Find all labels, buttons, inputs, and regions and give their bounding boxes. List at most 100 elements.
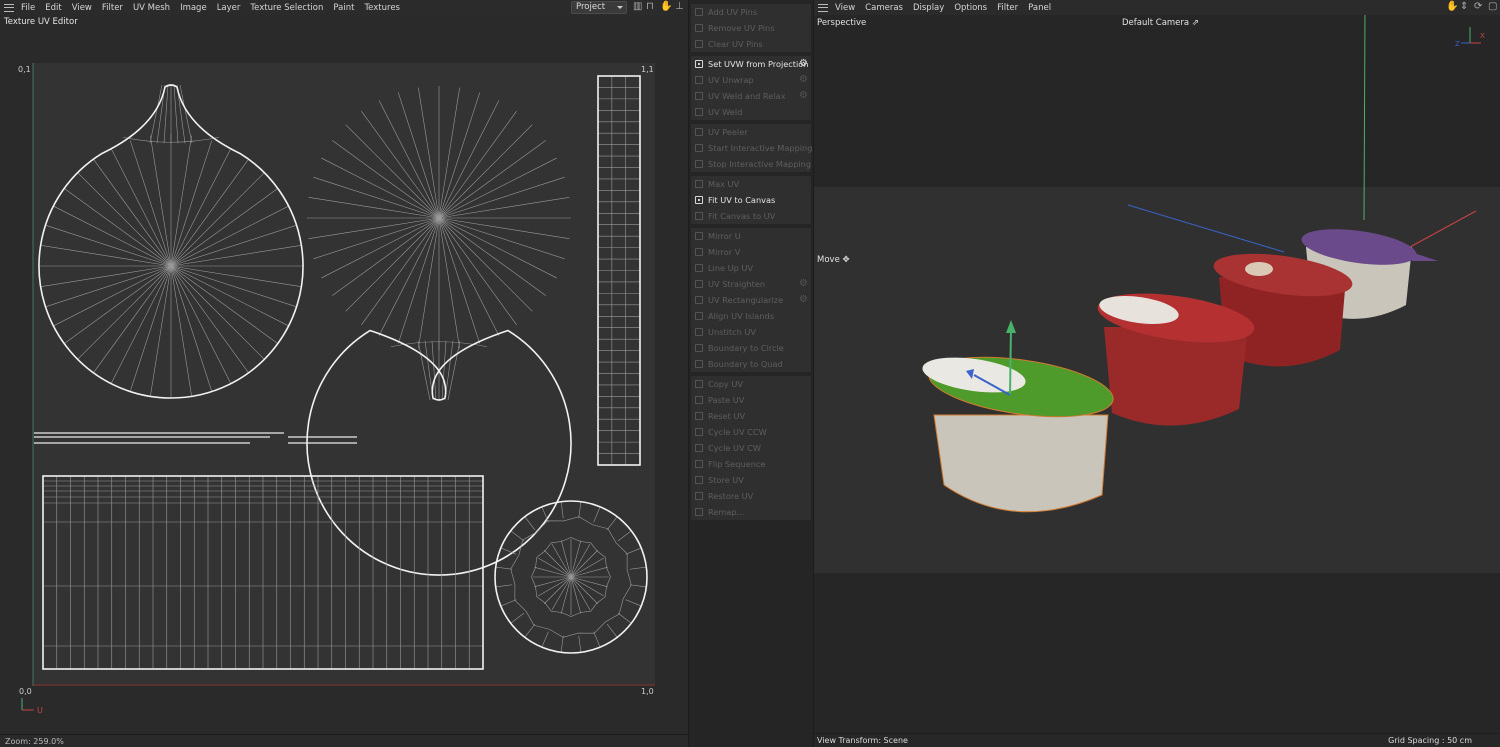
line-up-icon bbox=[695, 264, 703, 272]
menu-cameras[interactable]: Cameras bbox=[865, 3, 903, 13]
menu-filter[interactable]: Filter bbox=[997, 3, 1018, 13]
command-store-uv[interactable]: Store UV bbox=[691, 472, 811, 488]
viewport-statusbar: View Transform: Scene Grid Spacing : 50 … bbox=[814, 733, 1500, 747]
move-arrows-icon: ✥ bbox=[842, 255, 850, 265]
pin-icon[interactable]: ⊥ bbox=[675, 2, 684, 12]
command-remap[interactable]: Remap... bbox=[691, 504, 811, 520]
uv-space bbox=[33, 63, 655, 684]
viewport-panel: View Cameras Display Options Filter Pane… bbox=[814, 0, 1500, 747]
command-fit-uv-to-canvas[interactable]: Fit UV to Canvas bbox=[691, 192, 811, 208]
store-icon bbox=[695, 476, 703, 484]
command-uv-rectangularize[interactable]: UV Rectangularize ⚙ bbox=[691, 292, 811, 308]
uv-canvas[interactable]: 0,1 1,1 0,0 1,0 U bbox=[0, 30, 688, 733]
command-boundary-to-circle[interactable]: Boundary to Circle bbox=[691, 340, 811, 356]
command-copy-uv[interactable]: Copy UV bbox=[691, 376, 811, 392]
menu-filter[interactable]: Filter bbox=[102, 3, 123, 13]
cycle-cw-icon bbox=[695, 444, 703, 452]
command-mirror-u[interactable]: Mirror U bbox=[691, 228, 811, 244]
menu-options[interactable]: Options bbox=[954, 3, 987, 13]
menu-image[interactable]: Image bbox=[180, 3, 207, 13]
command-cycle-uv-ccw[interactable]: Cycle UV CCW bbox=[691, 424, 811, 440]
command-label: Store UV bbox=[708, 475, 744, 485]
command-uv-weld[interactable]: UV Weld bbox=[691, 104, 811, 120]
command-flip-sequence[interactable]: Flip Sequence bbox=[691, 456, 811, 472]
menu-texture-selection[interactable]: Texture Selection bbox=[250, 3, 323, 13]
command-label: Cycle UV CCW bbox=[708, 427, 767, 437]
command-group: UV Peeler Start Interactive Mapping Stop I… bbox=[691, 124, 812, 172]
align-icon bbox=[695, 312, 703, 320]
uv-command-palette: Add UV Pins Remove UV Pins Clear UV Pins Se… bbox=[688, 0, 814, 747]
command-stop-interactive-mapping[interactable]: Stop Interactive Mapping bbox=[691, 156, 811, 172]
menu-view[interactable]: View bbox=[835, 3, 855, 13]
command-label: Max UV bbox=[708, 179, 740, 189]
rectangularize-icon bbox=[695, 296, 703, 304]
gear-icon[interactable]: ⚙ bbox=[799, 276, 808, 292]
command-start-interactive-mapping[interactable]: Start Interactive Mapping bbox=[691, 140, 812, 156]
menu-paint[interactable]: Paint bbox=[333, 3, 354, 13]
orbit-icon[interactable]: ⟳ bbox=[1474, 2, 1482, 12]
command-label: Copy UV bbox=[708, 379, 743, 389]
svg-text:Z: Z bbox=[1455, 40, 1460, 48]
command-unstitch-uv[interactable]: Unstitch UV bbox=[691, 324, 811, 340]
command-label: Restore UV bbox=[708, 491, 754, 501]
pan-hand-icon[interactable]: ✋ bbox=[660, 2, 672, 12]
maximize-icon[interactable]: ▢ bbox=[1488, 2, 1497, 12]
gear-icon[interactable]: ⚙ bbox=[799, 292, 808, 308]
camera-label[interactable]: Default Camera ⇗ bbox=[1122, 18, 1199, 28]
hamburger-menu-icon[interactable] bbox=[4, 3, 14, 12]
menu-layer[interactable]: Layer bbox=[217, 3, 241, 13]
command-label: UV Weld and Relax bbox=[708, 91, 786, 101]
command-group: Set UVW from Projection ⚙ UV Unwrap ⚙ UV Wel… bbox=[691, 56, 811, 120]
menu-file[interactable]: File bbox=[21, 3, 35, 13]
command-label: UV Rectangularize bbox=[708, 295, 784, 305]
command-fit-canvas-to-uv[interactable]: Fit Canvas to UV bbox=[691, 208, 811, 224]
command-label: UV Unwrap bbox=[708, 75, 754, 85]
menu-edit[interactable]: Edit bbox=[45, 3, 61, 13]
command-uv-straighten[interactable]: UV Straighten ⚙ bbox=[691, 276, 811, 292]
command-clear-uv-pins[interactable]: Clear UV Pins bbox=[691, 36, 811, 52]
menu-textures[interactable]: Textures bbox=[364, 3, 400, 13]
command-uv-unwrap[interactable]: UV Unwrap ⚙ bbox=[691, 72, 811, 88]
command-label: UV Weld bbox=[708, 107, 743, 117]
command-restore-uv[interactable]: Restore UV bbox=[691, 488, 811, 504]
histogram-icon[interactable]: ▥ bbox=[633, 2, 642, 12]
tool-label: Move ✥ bbox=[817, 255, 850, 265]
command-label: UV Peeler bbox=[708, 127, 748, 137]
lock-icon[interactable]: ⊓ bbox=[646, 2, 654, 12]
zoom-icon[interactable]: ⇕ bbox=[1460, 2, 1468, 12]
corner-label-top-right: 1,1 bbox=[641, 65, 654, 74]
command-boundary-to-quad[interactable]: Boundary to Quad bbox=[691, 356, 811, 372]
mirror-v-icon bbox=[695, 248, 703, 256]
menu-panel[interactable]: Panel bbox=[1028, 3, 1051, 13]
menu-view[interactable]: View bbox=[72, 3, 92, 13]
gear-icon[interactable]: ⚙ bbox=[799, 72, 808, 88]
gear-icon[interactable]: ⚙ bbox=[799, 56, 808, 72]
fit-canvas-icon bbox=[695, 196, 703, 204]
viewport-3d[interactable]: Perspective Default Camera ⇗ Move ✥ Z X bbox=[814, 15, 1500, 733]
command-add-uv-pins[interactable]: Add UV Pins bbox=[691, 4, 811, 20]
command-reset-uv[interactable]: Reset UV bbox=[691, 408, 811, 424]
command-label: UV Straighten bbox=[708, 279, 766, 289]
command-line-up-uv[interactable]: Line Up UV bbox=[691, 260, 811, 276]
max-uv-icon bbox=[695, 180, 703, 188]
command-mirror-v[interactable]: Mirror V bbox=[691, 244, 811, 260]
menu-display[interactable]: Display bbox=[913, 3, 944, 13]
command-uv-peeler[interactable]: UV Peeler bbox=[691, 124, 811, 140]
gear-icon[interactable]: ⚙ bbox=[799, 88, 808, 104]
stop-icon bbox=[695, 160, 703, 168]
command-uv-weld-and-relax[interactable]: UV Weld and Relax ⚙ bbox=[691, 88, 811, 104]
mode-select[interactable]: Project bbox=[571, 1, 627, 14]
command-cycle-uv-cw[interactable]: Cycle UV CW bbox=[691, 440, 811, 456]
command-paste-uv[interactable]: Paste UV bbox=[691, 392, 811, 408]
command-group: Copy UV Paste UV Reset UV Cycle UV CCW Cycle… bbox=[691, 376, 811, 520]
command-label: Flip Sequence bbox=[708, 459, 766, 469]
command-remove-uv-pins[interactable]: Remove UV Pins bbox=[691, 20, 811, 36]
pin-clear-icon bbox=[695, 40, 703, 48]
command-align-uv-islands[interactable]: Align UV Islands bbox=[691, 308, 811, 324]
command-max-uv[interactable]: Max UV bbox=[691, 176, 811, 192]
menu-uv-mesh[interactable]: UV Mesh bbox=[133, 3, 170, 13]
command-set-uvw-from-projection[interactable]: Set UVW from Projection ⚙ bbox=[691, 56, 811, 72]
hamburger-menu-icon[interactable] bbox=[818, 3, 828, 12]
pan-hand-icon[interactable]: ✋ bbox=[1446, 2, 1458, 12]
pin-remove-icon bbox=[695, 24, 703, 32]
